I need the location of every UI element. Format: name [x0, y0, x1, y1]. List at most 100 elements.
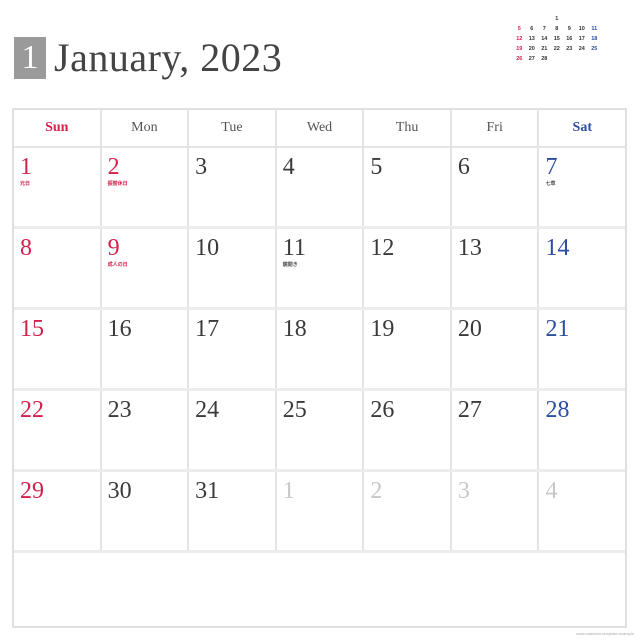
calendar-header: 1 January, 2023: [14, 34, 282, 81]
day-cell[interactable]: 14: [539, 229, 625, 307]
day-number: 2: [370, 478, 383, 504]
day-number: 24: [195, 397, 220, 423]
mini-calendar-day: 15: [553, 36, 560, 42]
mini-calendar-day: 18: [591, 36, 598, 42]
day-cell[interactable]: 20: [452, 310, 540, 388]
mini-calendar-day: 17: [578, 36, 585, 42]
day-cell[interactable]: 2: [364, 472, 452, 550]
day-cell[interactable]: 1 元日: [14, 148, 102, 226]
day-cell[interactable]: 4: [277, 148, 365, 226]
day-number: 20: [457, 316, 482, 342]
day-number: 13: [457, 235, 482, 261]
mini-calendar-day: 7: [542, 26, 546, 32]
day-cell[interactable]: 3: [452, 472, 540, 550]
mini-calendar-day: [538, 14, 551, 24]
day-cell[interactable]: 26: [364, 391, 452, 469]
day-cell[interactable]: 9 成人の日: [102, 229, 190, 307]
mini-calendar-day: 12: [516, 36, 523, 42]
day-cell[interactable]: 18: [277, 310, 365, 388]
mini-calendar-day: 27: [528, 56, 535, 62]
day-number: 25: [282, 397, 307, 423]
day-number: 16: [107, 316, 132, 342]
memo-area: [14, 551, 625, 626]
week-row: 29 30 31 1 2 3 4: [14, 472, 625, 553]
day-number: 4: [545, 478, 558, 504]
day-number: 3: [195, 154, 208, 180]
mini-calendar-day: 6: [530, 26, 534, 32]
day-cell[interactable]: 27: [452, 391, 540, 469]
day-cell[interactable]: 6: [452, 148, 540, 226]
day-note: 元日: [20, 181, 31, 187]
weekday-label-mon: Mon: [102, 110, 190, 146]
day-cell[interactable]: 22: [14, 391, 102, 469]
day-cell[interactable]: 29: [14, 472, 102, 550]
mini-calendar-day: 19: [516, 46, 523, 52]
day-number: 18: [282, 316, 307, 342]
day-cell[interactable]: 16: [102, 310, 190, 388]
day-cell[interactable]: 17: [189, 310, 277, 388]
day-cell[interactable]: 12: [364, 229, 452, 307]
day-cell[interactable]: 1: [277, 472, 365, 550]
day-note: 成人の日: [107, 262, 128, 268]
mini-calendar-row: 5 6 7 8 9 10 11: [513, 24, 609, 34]
day-note: 振替休日: [107, 181, 128, 187]
day-number: 27: [457, 397, 482, 423]
day-cell[interactable]: 2 振替休日: [102, 148, 190, 226]
mini-calendar-day: 9: [567, 26, 571, 32]
day-number: 23: [107, 397, 132, 423]
mini-calendar-row: 26 27 28: [513, 54, 609, 64]
day-cell[interactable]: 11 鏡開き: [277, 229, 365, 307]
day-cell[interactable]: 24: [189, 391, 277, 469]
day-cell[interactable]: 5: [364, 148, 452, 226]
mini-calendar-row: 1: [513, 14, 609, 24]
day-number: 21: [545, 316, 570, 342]
day-cell[interactable]: 4: [539, 472, 625, 550]
month-title: January, 2023: [54, 35, 283, 80]
day-cell[interactable]: 19: [364, 310, 452, 388]
mini-calendar-day: 24: [578, 46, 585, 52]
mini-calendar-day: 10: [578, 26, 585, 32]
weekday-label-sun: Sun: [14, 110, 102, 146]
day-cell[interactable]: 21: [539, 310, 625, 388]
day-cell[interactable]: 31: [189, 472, 277, 550]
mini-calendar-day: [588, 14, 601, 24]
mini-calendar-day: 23: [566, 46, 573, 52]
day-cell[interactable]: 23: [102, 391, 190, 469]
day-number: 19: [370, 316, 395, 342]
weekday-label-sat: Sat: [572, 120, 592, 135]
day-number: 1: [20, 154, 32, 180]
day-number: 2: [107, 154, 120, 180]
day-cell[interactable]: 8: [14, 229, 102, 307]
day-number: 9: [107, 235, 120, 261]
day-cell[interactable]: 3: [189, 148, 277, 226]
day-number: 11: [282, 235, 306, 261]
day-cell[interactable]: 10: [189, 229, 277, 307]
month-number-badge: 1: [14, 36, 46, 79]
day-cell[interactable]: 15: [14, 310, 102, 388]
mini-calendar-day: 14: [541, 36, 548, 42]
day-cell[interactable]: 13: [452, 229, 540, 307]
next-month-mini-calendar: 1 5 6 7 8 9 10 11 12 13 14 15 16 17 18 19 20 21 22 23 24 25 26…: [513, 14, 609, 94]
calendar-grid: Sun Mon Tue Wed Thu Fri Sat 1 元日 2 振替休日 3 4 5 6 7 七草 8 9 成…: [12, 108, 627, 628]
mini-calendar-day: [563, 14, 576, 24]
mini-calendar-day: 8: [555, 26, 559, 32]
mini-calendar-day: [513, 14, 526, 24]
mini-calendar-row: 19 20 21 22 23 24 25: [513, 44, 609, 54]
mini-calendar-day: [576, 14, 589, 24]
mini-calendar-day: [551, 54, 564, 64]
day-cell[interactable]: 7 七草: [539, 148, 625, 226]
day-cell[interactable]: 28: [539, 391, 625, 469]
week-row: 22 23 24 25 26 27 28: [14, 391, 625, 472]
mini-calendar-day: [526, 14, 539, 24]
day-number: 22: [20, 397, 44, 423]
day-cell[interactable]: 25: [277, 391, 365, 469]
day-cell[interactable]: 30: [102, 472, 190, 550]
day-number: 10: [195, 235, 220, 261]
weekday-label-tue: Tue: [189, 110, 277, 146]
week-row: 15 16 17 18 19 20 21: [14, 310, 625, 391]
weekday-label-fri: Fri: [452, 110, 540, 146]
day-number: 4: [282, 154, 295, 180]
day-number: 7: [545, 154, 558, 180]
mini-calendar-row: 12 13 14 15 16 17 18: [513, 34, 609, 44]
mini-calendar-day: 22: [553, 46, 560, 52]
